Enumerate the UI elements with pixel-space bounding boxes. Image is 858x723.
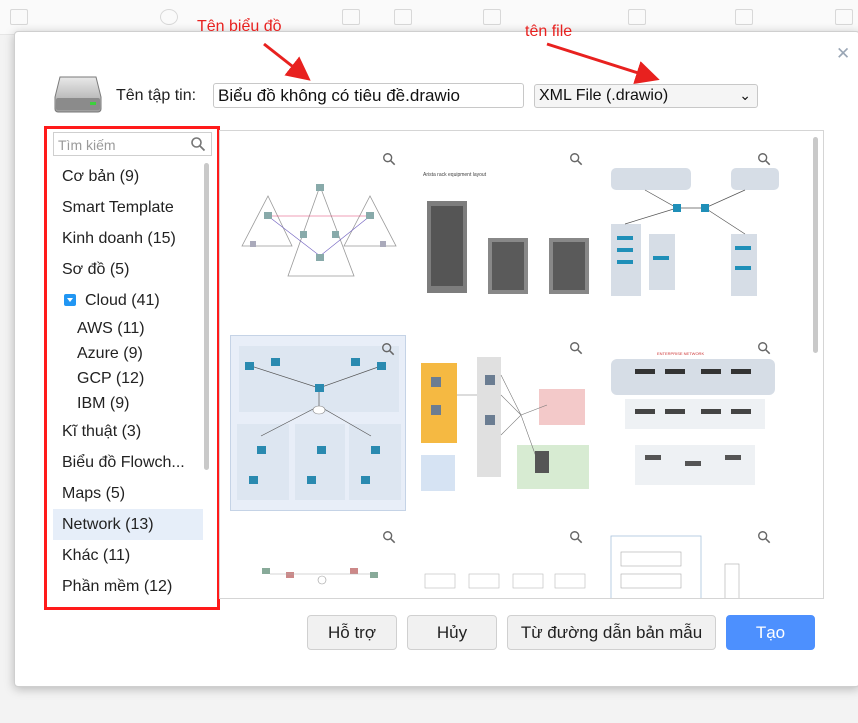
zoom-icon[interactable] <box>757 530 771 544</box>
from-template-url-button[interactable]: Từ đường dẫn bản mẫu <box>507 615 716 650</box>
template-thumbnail-3[interactable] <box>605 146 781 322</box>
create-button[interactable]: Tạo <box>726 615 815 650</box>
annotation-file-name: tên file <box>525 23 573 40</box>
network-flow-preview <box>262 568 378 585</box>
filename-input[interactable] <box>213 83 524 108</box>
rack-network-preview <box>610 535 740 598</box>
template-thumbnail-1[interactable] <box>230 146 406 322</box>
close-icon[interactable]: ✕ <box>836 44 850 64</box>
template-thumbnail-8[interactable] <box>417 524 593 598</box>
template-thumbnail-7[interactable] <box>230 524 406 598</box>
zoom-icon[interactable] <box>569 530 583 544</box>
template-thumbnail-6[interactable]: ENTERPRISE NETWORK <box>605 335 781 511</box>
drive-icon <box>54 76 102 113</box>
annotation-highlight-box <box>44 126 220 610</box>
zoom-icon[interactable] <box>381 342 395 356</box>
zoom-icon[interactable] <box>382 530 396 544</box>
office-network-preview <box>424 573 586 589</box>
template-thumbnail-2[interactable]: Arista rack equipment layout <box>417 146 593 322</box>
enterprise-network-preview: ENTERPRISE NETWORK <box>611 351 775 485</box>
zoom-icon[interactable] <box>382 152 396 166</box>
zoom-icon[interactable] <box>569 341 583 355</box>
template-gallery: Arista rack equipment layout ENTERPRISE … <box>219 130 824 599</box>
background-toolbar <box>0 0 858 35</box>
zoom-icon[interactable] <box>757 152 771 166</box>
zoom-icon[interactable] <box>569 152 583 166</box>
chevron-down-icon: ⌄ <box>739 87 751 103</box>
toolbar-fill-icon <box>483 9 501 25</box>
help-button[interactable]: Hỗ trợ <box>307 615 397 650</box>
toolbar-zoom-icon <box>160 9 178 25</box>
toolbar-delete-icon <box>342 9 360 25</box>
zoom-icon[interactable] <box>757 341 771 355</box>
enterprise-wan-preview <box>237 346 401 500</box>
toolbar-copy-icon <box>394 9 412 25</box>
rack-title: Arista rack equipment layout <box>423 172 487 178</box>
cisco-network-preview <box>611 168 779 296</box>
rack-layout-preview: Arista rack equipment layout <box>423 172 589 294</box>
cancel-button[interactable]: Hủy <box>407 615 497 650</box>
format-select[interactable]: XML File (.drawio) ⌄ <box>534 84 758 108</box>
template-thumbnail-9[interactable] <box>605 524 781 598</box>
toolbar-connector-icon <box>628 9 646 25</box>
template-scrollbar[interactable] <box>813 137 818 353</box>
toolbar-page-icon <box>10 9 28 25</box>
enterprise-title: ENTERPRISE NETWORK <box>657 351 704 356</box>
network-diagram-preview <box>241 184 397 277</box>
template-thumbnail-4[interactable] <box>230 335 406 511</box>
network-architecture-preview <box>421 357 589 491</box>
filename-label: Tên tập tin: <box>116 87 197 104</box>
toolbar-plus-icon <box>735 9 753 25</box>
template-thumbnail-5[interactable] <box>417 335 593 511</box>
toolbar-fullscreen-icon <box>835 9 853 25</box>
format-select-value: XML File (.drawio) <box>539 87 669 104</box>
annotation-diagram-name: Tên biểu đồ <box>197 18 282 35</box>
